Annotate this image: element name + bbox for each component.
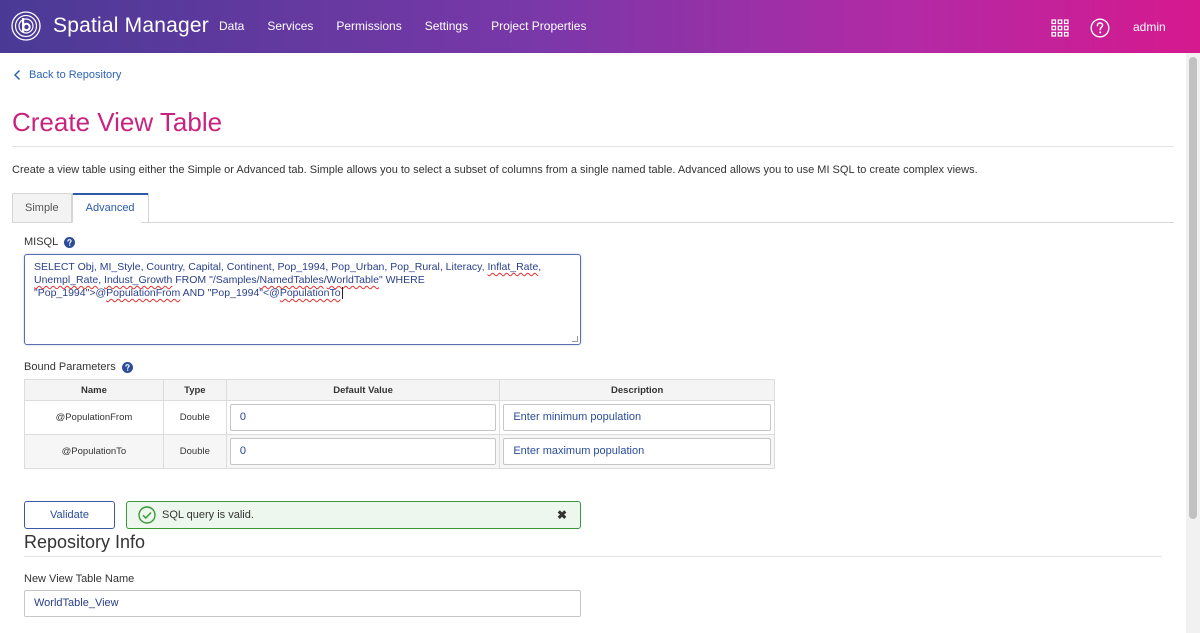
sql-line-1: SELECT Obj, MI_Style, Country, Capital, …: [34, 261, 542, 273]
question-circle-icon[interactable]: [121, 361, 133, 373]
nav-settings[interactable]: Settings: [425, 0, 468, 53]
question-circle-icon[interactable]: [64, 236, 76, 248]
divider: [24, 556, 1162, 557]
column-header-name: Name: [24, 379, 164, 401]
bound-parameters-label: Bound Parameters: [24, 361, 133, 373]
table-header-row: Name Type Default Value Description: [24, 379, 775, 401]
tab-advanced[interactable]: Advanced: [71, 193, 149, 223]
column-header-type: Type: [162, 379, 227, 401]
table-row: @PopulationTo Double 0 Enter maximum pop…: [24, 434, 775, 469]
page-title: Create View Table: [12, 107, 223, 137]
default-value-cell: 0: [225, 400, 501, 435]
scrollbar-thumb[interactable]: [1189, 57, 1197, 519]
description-cell: Enter minimum population: [499, 400, 775, 435]
back-to-repository-link[interactable]: Back to Repository: [13, 69, 121, 81]
chevron-left-icon: [13, 69, 21, 81]
new-view-table-name-input[interactable]: WorldTable_View: [24, 590, 581, 617]
table-row: @PopulationFrom Double 0 Enter minimum p…: [24, 400, 775, 435]
user-menu[interactable]: admin: [1133, 20, 1166, 34]
spatial-manager-logo-icon[interactable]: [11, 11, 41, 41]
param-type: Double: [162, 434, 227, 469]
tab-bar: Simple Advanced: [12, 193, 149, 223]
page-scrollbar[interactable]: [1186, 53, 1200, 633]
check-circle-icon: [138, 506, 156, 524]
bound-parameters-table: Name Type Default Value Description @Pop…: [24, 379, 775, 469]
param-type: Double: [162, 400, 227, 435]
description-input[interactable]: Enter maximum population: [503, 438, 771, 465]
intro-text: Create a view table using either the Sim…: [12, 164, 978, 176]
sql-line-3: "Pop_1994">@PopulationFrom AND "Pop_1994…: [34, 287, 343, 299]
param-name: @PopulationFrom: [24, 400, 164, 435]
misql-textarea[interactable]: SELECT Obj, MI_Style, Country, Capital, …: [24, 254, 581, 345]
default-value-input[interactable]: 0: [229, 404, 497, 431]
nav-data[interactable]: Data: [219, 0, 244, 53]
new-view-table-name-label: New View Table Name: [24, 573, 135, 585]
help-icon[interactable]: [1090, 18, 1110, 38]
default-value-cell: 0: [225, 434, 501, 469]
param-name: @PopulationTo: [24, 434, 164, 469]
nav-permissions[interactable]: Permissions: [336, 0, 401, 53]
validation-success-alert: SQL query is valid. ✖: [126, 501, 581, 529]
bound-parameters-label-text: Bound Parameters: [24, 361, 116, 373]
top-bar: Spatial Manager Data Services Permission…: [0, 0, 1200, 53]
column-header-description: Description: [499, 379, 775, 401]
nav-services[interactable]: Services: [267, 0, 313, 53]
back-link-label: Back to Repository: [29, 69, 122, 81]
repository-info-heading: Repository Info: [24, 532, 146, 552]
apps-grid-icon[interactable]: [1051, 19, 1069, 37]
nav-project-properties[interactable]: Project Properties: [491, 0, 586, 53]
misql-label-text: MISQL: [24, 236, 59, 248]
textarea-resize-handle[interactable]: [572, 336, 578, 342]
description-cell: Enter maximum population: [499, 434, 775, 469]
close-icon[interactable]: ✖: [557, 508, 567, 522]
validate-button[interactable]: Validate: [24, 501, 115, 529]
description-input[interactable]: Enter minimum population: [503, 404, 771, 431]
tab-simple[interactable]: Simple: [12, 193, 72, 223]
tab-underline: [141, 222, 1174, 223]
default-value-input[interactable]: 0: [229, 438, 497, 465]
alert-message: SQL query is valid.: [162, 509, 254, 521]
sql-line-2: Unempl_Rate, Indust_Growth FROM "/Sample…: [34, 274, 425, 286]
main-nav: Data Services Permissions Settings Proje…: [219, 0, 609, 53]
divider: [12, 146, 1174, 147]
column-header-default-value: Default Value: [225, 379, 501, 401]
brand-title[interactable]: Spatial Manager: [53, 14, 209, 38]
misql-label: MISQL: [24, 236, 76, 248]
